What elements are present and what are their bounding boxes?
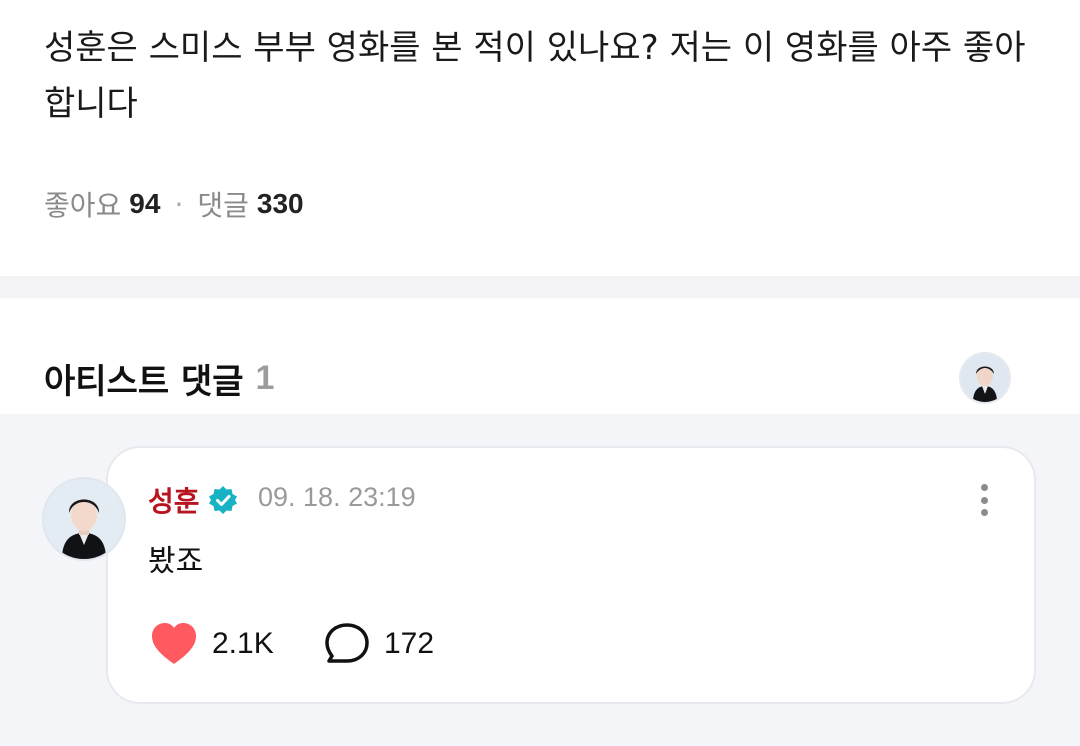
like-button[interactable]: 2.1K (150, 622, 274, 666)
comments-label[interactable]: 댓글 (197, 184, 249, 224)
artist-comments-count: 1 (255, 359, 275, 397)
artist-comments-title: 아티스트 댓글 (44, 362, 244, 402)
comment-author[interactable]: 성훈 (148, 480, 238, 520)
likes-label[interactable]: 좋아요 (44, 184, 121, 224)
reply-button[interactable]: 172 (324, 622, 434, 666)
reply-count: 172 (384, 627, 435, 660)
stats-separator: · (174, 187, 184, 221)
post-stats: 좋아요 94 · 댓글 330 (44, 184, 304, 224)
comment-timestamp: 09. 18. 23:19 (258, 482, 416, 512)
like-count: 2.1K (212, 627, 274, 660)
section-divider (0, 276, 1080, 298)
more-options-icon[interactable] (968, 480, 1000, 520)
likes-count[interactable]: 94 (129, 188, 160, 220)
comment-text: 봤죠 (148, 544, 204, 579)
artist-comments-header: 아티스트 댓글 1 (44, 354, 274, 403)
artist-avatar-small[interactable] (959, 352, 1011, 404)
comment-bubble-icon (325, 623, 369, 663)
verified-badge-icon (208, 486, 237, 514)
author-name[interactable]: 성훈 (148, 480, 200, 520)
heart-icon (152, 623, 196, 664)
author-avatar[interactable] (42, 477, 126, 561)
post-text: 성훈은 스미스 부부 영화를 본 적이 있나요? 저는 이 영화를 아주 좋아합… (44, 28, 1026, 124)
comments-count[interactable]: 330 (257, 188, 304, 220)
